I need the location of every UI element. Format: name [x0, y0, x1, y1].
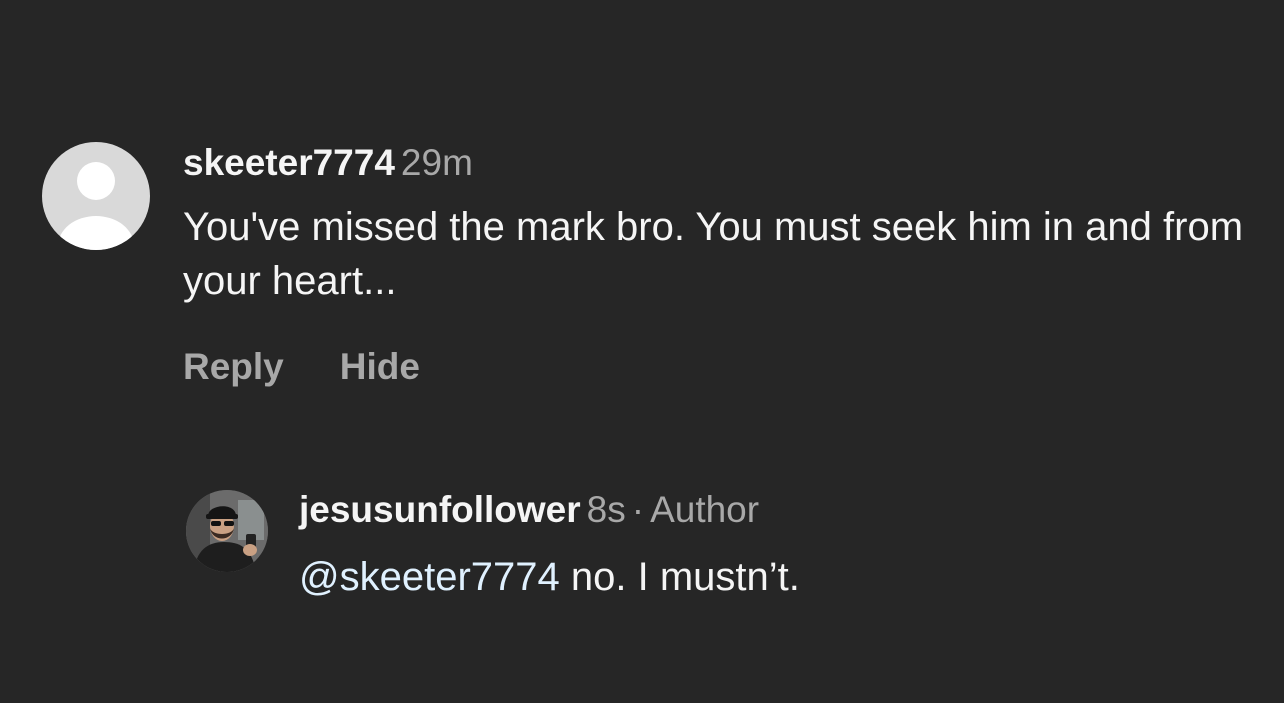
avatar-photo-icon	[186, 490, 268, 572]
meta-separator: ·	[631, 489, 645, 530]
comment-timestamp: 29m	[400, 142, 473, 183]
author-badge: Author	[650, 489, 760, 530]
reply-username[interactable]: jesusunfollower	[299, 489, 581, 530]
hide-button[interactable]: Hide	[340, 346, 420, 387]
comment-username[interactable]: skeeter7774	[183, 142, 395, 183]
comment-body: skeeter7774 29m You've missed the mark br…	[183, 142, 1263, 388]
avatar-head-shape	[77, 162, 115, 200]
user-photo-avatar[interactable]	[186, 490, 268, 572]
reply-message: no. I mustn’t.	[559, 555, 800, 599]
reply-button[interactable]: Reply	[183, 346, 284, 387]
avatar-shoulders-shape	[58, 216, 134, 250]
default-avatar-icon[interactable]	[42, 142, 150, 250]
comment-actions: Reply Hide	[183, 346, 1263, 388]
reply-text: @skeeter7774 no. I mustn’t.	[299, 552, 1269, 602]
reply-timestamp: 8s	[586, 489, 626, 530]
reply-body: jesusunfollower 8s · Author @skeeter7774 no…	[299, 488, 1269, 602]
comment-meta: skeeter7774 29m	[183, 142, 1263, 184]
reply-meta: jesusunfollower 8s · Author	[299, 488, 1269, 532]
comment-text: You've missed the mark bro. You must see…	[183, 205, 1244, 303]
mention-link[interactable]: @skeeter7774	[299, 555, 560, 599]
